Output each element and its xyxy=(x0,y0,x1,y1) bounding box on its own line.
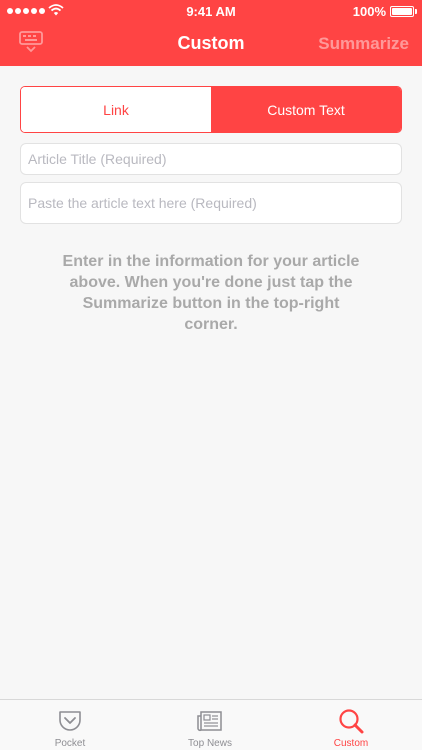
article-title-input[interactable] xyxy=(20,143,402,175)
battery-percent: 100% xyxy=(352,4,386,19)
search-icon xyxy=(339,709,364,734)
summarize-button[interactable]: Summarize xyxy=(318,34,409,54)
status-bar: 9:41 AM 100% xyxy=(0,0,422,22)
article-text-input[interactable] xyxy=(20,182,402,224)
tab-top-news-label: Top News xyxy=(188,738,232,749)
battery-icon xyxy=(390,6,414,17)
app: 9:41 AM 100% Custom Summarize Link Custo… xyxy=(0,0,422,750)
pocket-icon xyxy=(59,711,81,731)
tab-custom[interactable]: Custom xyxy=(301,700,401,750)
newspaper-icon xyxy=(197,711,222,732)
tab-pocket-label: Pocket xyxy=(54,738,86,749)
segment-custom-text[interactable]: Custom Text xyxy=(211,87,401,132)
tab-pocket[interactable]: Pocket xyxy=(20,700,120,750)
battery-nub xyxy=(415,9,417,14)
tab-custom-label: Custom xyxy=(333,738,369,749)
mode-segmented-control: Link Custom Text xyxy=(20,86,402,133)
segment-link[interactable]: Link xyxy=(21,87,211,132)
tab-top-news[interactable]: Top News xyxy=(160,700,260,750)
header: 9:41 AM 100% Custom Summarize xyxy=(0,0,422,66)
tab-bar: Pocket Top News Custom xyxy=(0,699,422,750)
instructions-text: Enter in the information for your articl… xyxy=(62,253,360,333)
